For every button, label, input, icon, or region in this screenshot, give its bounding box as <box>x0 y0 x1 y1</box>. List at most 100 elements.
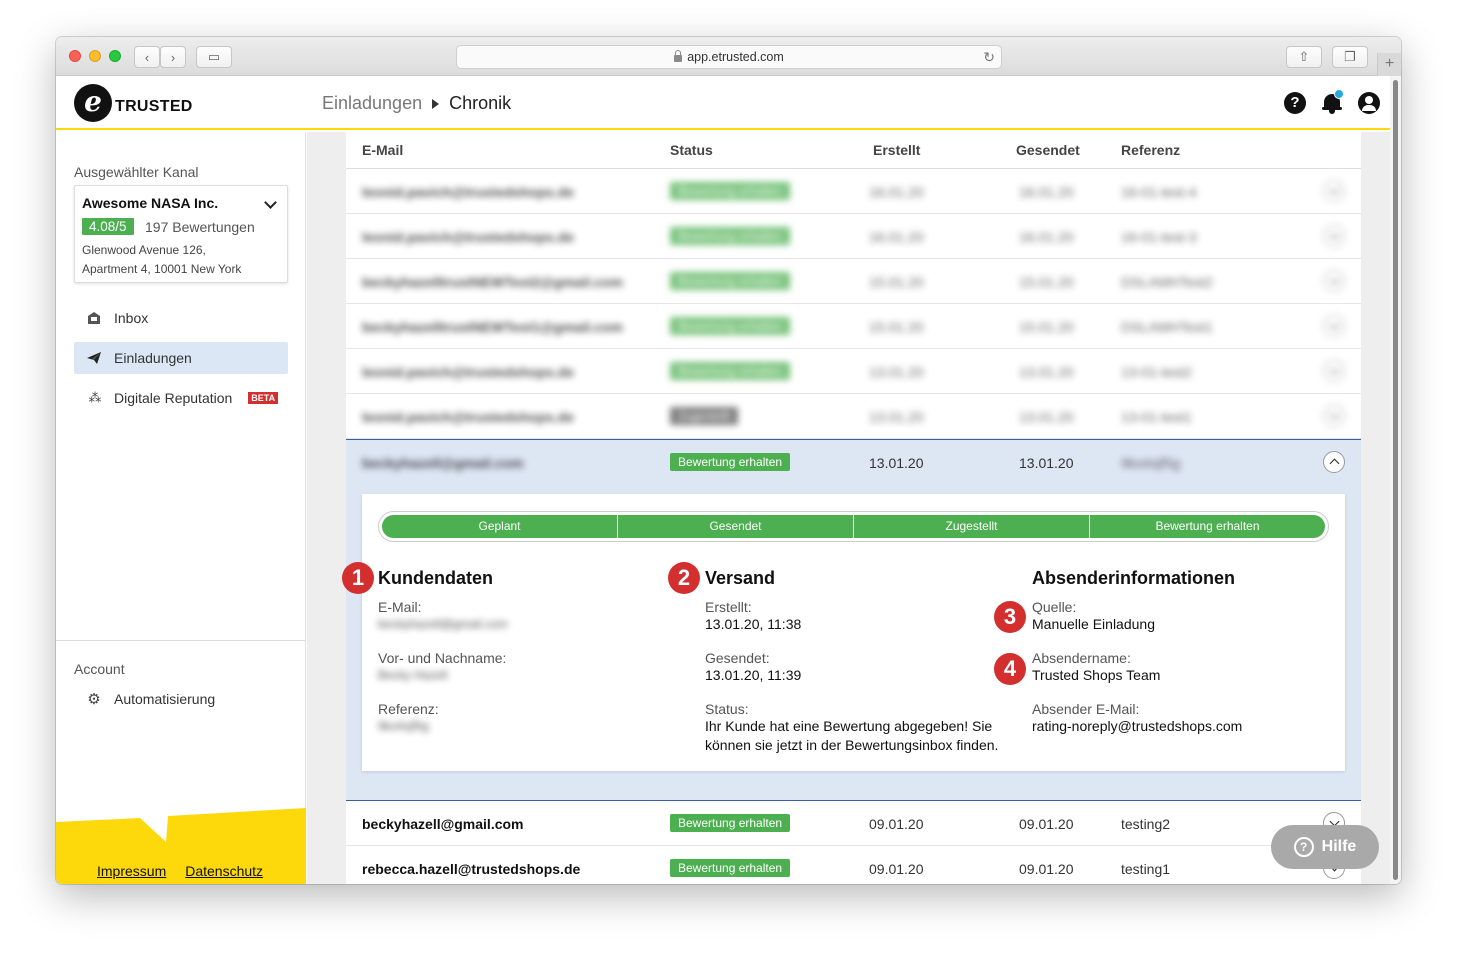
chevron-down-icon[interactable] <box>1323 405 1345 427</box>
user-account-icon[interactable] <box>1358 92 1380 114</box>
row-reference: testing2 <box>1121 816 1171 832</box>
sidebar-item-label: Inbox <box>114 310 149 326</box>
table-row[interactable]: beckyhazell@gmail.com Bewertung erhalten 0… <box>346 801 1361 846</box>
row-created: 16.01.20 <box>869 229 924 245</box>
sidebar-item-einladungen[interactable]: Einladungen <box>74 342 288 374</box>
sidebar-toggle-button[interactable]: ▭ <box>196 46 232 68</box>
sidebar-item-label: Einladungen <box>114 350 192 366</box>
close-window-button[interactable] <box>69 50 81 62</box>
table-row[interactable]: leonid.pavich@trustedshops.de Bewertung e… <box>346 349 1361 394</box>
column-header-email[interactable]: E-Mail <box>362 142 403 158</box>
column-header-reference[interactable]: Referenz <box>1121 142 1180 158</box>
datenschutz-link[interactable]: Datenschutz <box>185 863 263 879</box>
hilfe-button[interactable]: ? Hilfe <box>1271 825 1379 869</box>
column-header-status[interactable]: Status <box>670 142 713 158</box>
blurred-rows: leonid.pavich@trustedshops.de Bewertung e… <box>346 169 1361 439</box>
chevron-right-icon: › <box>170 49 176 65</box>
row-sent: 16.01.20 <box>1019 184 1074 200</box>
gear-robot-icon: ⚙ <box>87 691 101 708</box>
help-icon[interactable]: ? <box>1284 92 1306 114</box>
sender-email: rating-noreply@trustedshops.com <box>1032 718 1243 734</box>
footer-links: Impressum Datenschutz <box>97 863 263 879</box>
status-badge: Zugestellt <box>670 407 739 425</box>
row-email: beckyhazelltrustNEWTest1@gmail.com <box>362 319 623 335</box>
row-created: 09.01.20 <box>869 861 924 877</box>
address-bar[interactable]: app.etrusted.com ↻ <box>456 45 1002 69</box>
paper-plane-icon <box>74 351 114 365</box>
breadcrumb-separator-icon <box>432 98 440 109</box>
column-header-created[interactable]: Erstellt <box>873 142 920 158</box>
status-badge: Bewertung erhalten <box>670 859 791 877</box>
sidebar-icon: ▭ <box>207 49 221 64</box>
row-reference: DSLAMHTest2 <box>1121 274 1213 290</box>
back-button[interactable]: ‹ <box>134 46 160 68</box>
shipping-created: 13.01.20, 11:38 <box>705 616 802 632</box>
row-reference: 13-01-test1 <box>1121 409 1192 425</box>
shipping-sent: 13.01.20, 11:39 <box>705 667 802 683</box>
customer-email: beckyhazell@gmail.com <box>378 617 508 631</box>
row-email: beckyhazell@gmail.com <box>362 816 524 832</box>
sender-source: Manuelle Einladung <box>1032 616 1155 632</box>
chevron-down-icon[interactable] <box>1323 225 1345 247</box>
etrusted-logo-icon[interactable]: e <box>74 84 112 122</box>
sidebar: Ausgewählter Kanal Awesome NASA Inc. 4.0… <box>56 132 306 884</box>
chevron-down-icon[interactable] <box>1323 360 1345 382</box>
table-row[interactable]: rebecca.hazell@trustedshops.de Bewertung … <box>346 846 1361 884</box>
table-row[interactable]: leonid.pavich@trustedshops.de Bewertung e… <box>346 214 1361 259</box>
row-created: 15.01.20 <box>869 319 924 335</box>
table-row[interactable]: beckyhazell@gmail.com Bewertung erhalten… <box>346 440 1361 485</box>
table-row[interactable]: leonid.pavich@trustedshops.de Bewertung e… <box>346 169 1361 214</box>
breadcrumb-einladungen[interactable]: Einladungen <box>322 93 422 114</box>
lower-rows: beckyhazell@gmail.com Bewertung erhalten 0… <box>346 801 1361 884</box>
chevron-down-icon[interactable] <box>1323 180 1345 202</box>
main-scrollbar[interactable] <box>1390 76 1401 884</box>
row-reference: 16-01-test-3 <box>1121 229 1197 245</box>
progress-step-bewertung-erhalten: Bewertung erhalten <box>1155 519 1260 533</box>
forward-button[interactable]: › <box>160 46 186 68</box>
row-email: leonid.pavich@trustedshops.de <box>362 184 575 200</box>
minimize-window-button[interactable] <box>89 50 101 62</box>
status-badge: Bewertung erhalten <box>670 362 791 380</box>
new-tab-button[interactable]: + <box>1377 53 1401 76</box>
row-reference: testing1 <box>1121 861 1171 877</box>
share-button[interactable]: ⇧ <box>1286 46 1322 68</box>
chevron-up-icon[interactable] <box>1323 451 1345 473</box>
browser-window: ‹ › ▭ app.etrusted.com ↻ ⇧ ❐ + e TRUSTED… <box>56 37 1401 884</box>
marker-4: 4 <box>994 653 1026 685</box>
marker-3: 3 <box>994 601 1026 633</box>
reload-icon[interactable]: ↻ <box>983 49 995 66</box>
sidebar-divider <box>56 640 306 641</box>
scrollbar-thumb[interactable] <box>1393 80 1398 880</box>
plus-icon: + <box>1384 55 1395 72</box>
row-created: 13.01.20 <box>869 455 924 471</box>
status-badge: Bewertung erhalten <box>670 814 791 832</box>
status-badge: Bewertung erhalten <box>670 272 791 290</box>
row-created: 13.01.20 <box>869 364 924 380</box>
app-header: e TRUSTED Einladungen Chronik ? <box>56 76 1401 130</box>
sidebar-item-label: Digitale Reputation <box>114 390 233 406</box>
row-email: leonid.pavich@trustedshops.de <box>362 364 575 380</box>
progress-step-zugestellt: Zugestellt <box>854 515 1090 538</box>
chevron-down-icon[interactable] <box>264 196 277 209</box>
row-sent: 13.01.20 <box>1019 455 1074 471</box>
column-header-sent[interactable]: Gesendet <box>1016 142 1080 158</box>
row-created: 16.01.20 <box>869 184 924 200</box>
chevron-down-icon[interactable] <box>1323 315 1345 337</box>
sidebar-item-automatisierung[interactable]: ⚙ Automatisierung <box>74 683 288 715</box>
channel-selector[interactable]: Awesome NASA Inc. 4.08/5 197 Bewertungen… <box>74 185 288 283</box>
sidebar-item-label: Automatisierung <box>114 691 216 707</box>
chevron-down-icon[interactable] <box>1323 270 1345 292</box>
table-row[interactable]: beckyhazelltrustNEWTest2@gmail.com Bewert… <box>346 259 1361 304</box>
sidebar-item-digitale-reputation[interactable]: ⁂ Digitale Reputation BETA <box>74 382 288 414</box>
row-created: 13.01.20 <box>869 409 924 425</box>
tabs-overview-button[interactable]: ❐ <box>1332 46 1368 68</box>
status-badge: Bewertung erhalten <box>670 453 791 471</box>
invitation-history-table: E-Mail Status Erstellt Gesendet Referenz… <box>342 132 1361 884</box>
zoom-window-button[interactable] <box>109 50 121 62</box>
notification-bell-icon[interactable] <box>1321 89 1344 114</box>
table-row[interactable]: beckyhazelltrustNEWTest1@gmail.com Bewert… <box>346 304 1361 349</box>
impressum-link[interactable]: Impressum <box>97 863 166 879</box>
table-row[interactable]: leonid.pavich@trustedshops.de Zugestellt 1… <box>346 394 1361 439</box>
sidebar-item-inbox[interactable]: Inbox <box>74 302 288 334</box>
inbox-icon <box>74 311 114 325</box>
